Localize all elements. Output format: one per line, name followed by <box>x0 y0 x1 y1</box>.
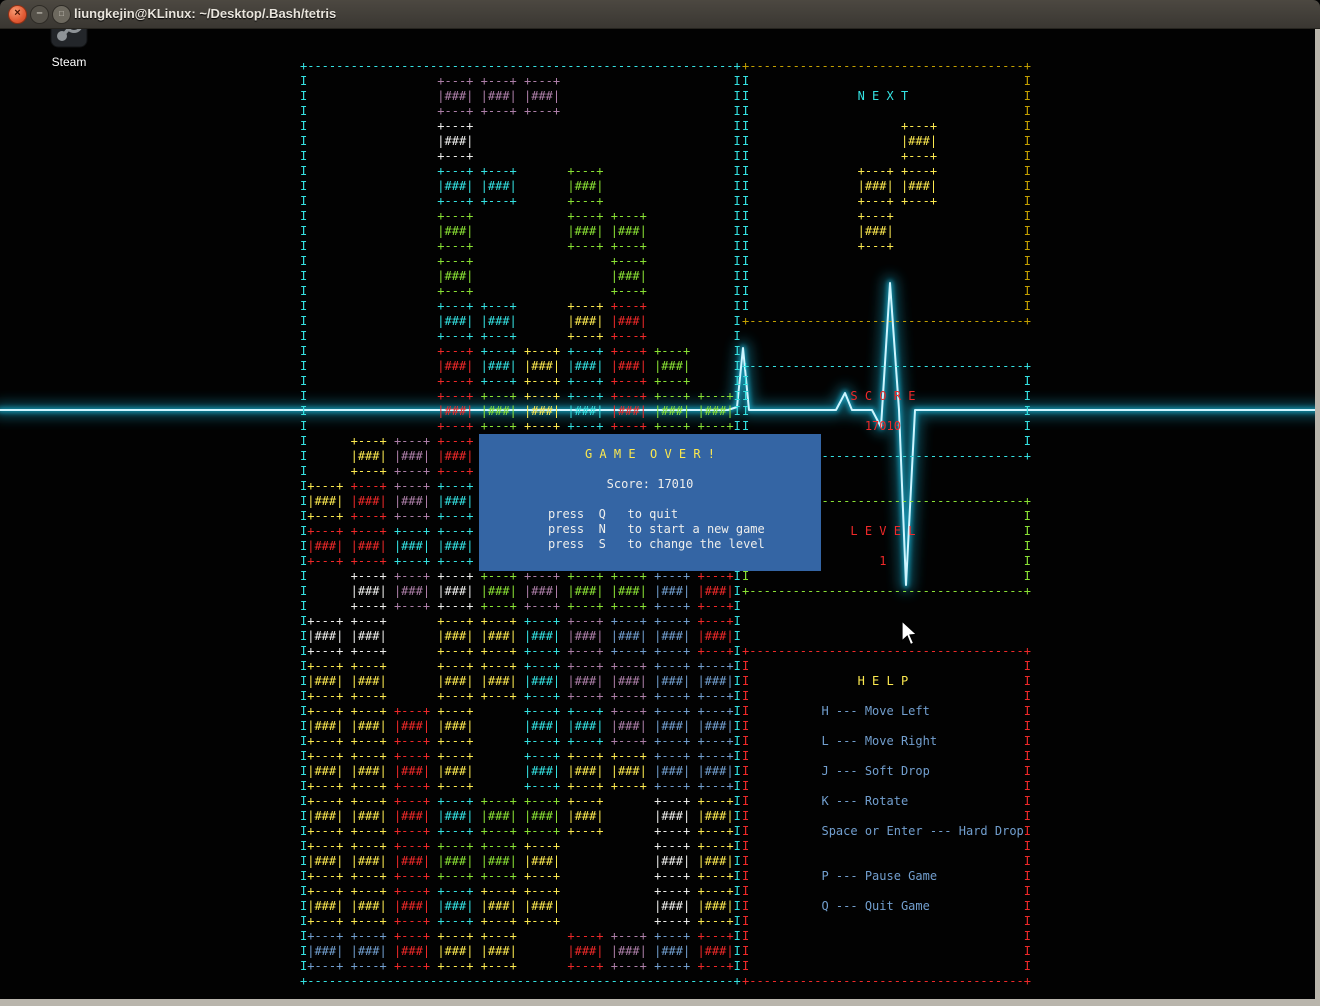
window-bottom-edge <box>0 999 1320 1006</box>
maximize-button[interactable]: □ <box>52 5 71 24</box>
minimize-button[interactable]: – <box>30 5 49 24</box>
dialog-hint-new-game: press N to start a new game <box>548 522 765 536</box>
score-title: S C O R E <box>850 389 916 403</box>
scrollbar[interactable] <box>1315 28 1320 999</box>
help-item-5: P --- Pause Game <box>821 869 938 883</box>
maximize-icon: □ <box>59 9 64 18</box>
help-item-6: Q --- Quit Game <box>821 899 930 913</box>
screen: Steam +---------------------------------… <box>0 0 1320 1006</box>
next-box: +--------------------------------------+… <box>742 59 1032 328</box>
help-item-0: H --- Move Left <box>821 704 930 718</box>
help-title: H E L P <box>857 674 909 688</box>
titlebar[interactable]: × – □ liungkejin@KLinux: ~/Desktop/.Bash… <box>0 0 1320 29</box>
help-item-4: Space or Enter --- Hard Drop <box>821 824 1024 838</box>
window-title: liungkejin@KLinux: ~/Desktop/.Bash/tetri… <box>74 6 337 21</box>
dialog-hint-quit: press Q to quit <box>548 507 679 521</box>
level-title: L E V E L <box>850 524 916 538</box>
close-button[interactable]: × <box>8 5 27 24</box>
help-item-3: K --- Rotate <box>821 794 909 808</box>
next-title: N E X T <box>857 89 909 103</box>
dialog-spacer <box>479 462 821 477</box>
dialog-spacer <box>479 492 821 507</box>
level-value: 1 <box>879 554 887 568</box>
score-value: 17010 <box>864 419 901 433</box>
close-icon: × <box>14 7 21 19</box>
help-item-1: L --- Move Right <box>821 734 938 748</box>
dialog-score: Score: 17010 <box>606 477 694 491</box>
help-item-2: J --- Soft Drop <box>821 764 930 778</box>
minimize-icon: – <box>36 7 43 19</box>
dialog-hint-change-level: press S to change the level <box>548 537 765 551</box>
steam-label: Steam <box>51 55 87 69</box>
game-over-dialog: G A M E O V E R ! Score: 17010 press Q t… <box>479 434 821 571</box>
dialog-title: G A M E O V E R ! <box>584 447 716 461</box>
help-box: +--------------------------------------+… <box>742 644 1032 988</box>
